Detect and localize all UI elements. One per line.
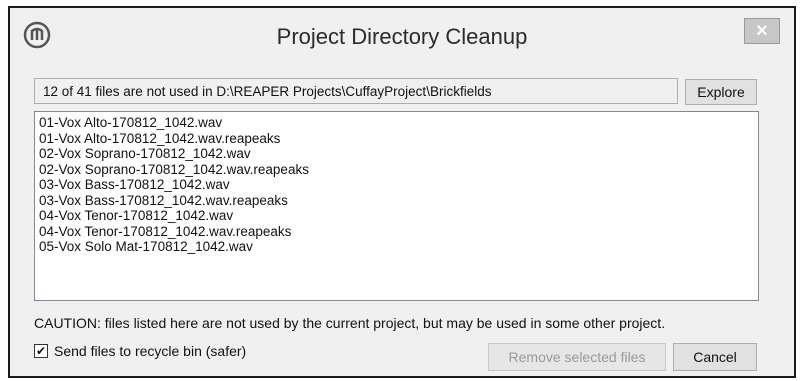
checkmark-icon: ✔ [35, 344, 47, 358]
close-button[interactable]: × [744, 18, 780, 44]
recycle-bin-option[interactable]: ✔ Send files to recycle bin (safer) [34, 343, 246, 359]
list-item[interactable]: 04-Vox Tenor-170812_1042.wav.reapeaks [39, 224, 758, 240]
dialog-content: 12 of 41 files are not used in D:\REAPER… [18, 66, 786, 371]
recycle-bin-checkbox[interactable]: ✔ [34, 344, 48, 358]
list-item[interactable]: 01-Vox Alto-170812_1042.wav.reapeaks [39, 131, 758, 147]
list-item[interactable]: 03-Vox Bass-170812_1042.wav.reapeaks [39, 193, 758, 209]
cancel-button[interactable]: Cancel [673, 343, 757, 371]
list-item[interactable]: 04-Vox Tenor-170812_1042.wav [39, 208, 758, 224]
title-bar[interactable]: Project Directory Cleanup × [10, 8, 794, 66]
project-directory-cleanup-dialog: Project Directory Cleanup × 12 of 41 fil… [8, 6, 796, 378]
caution-text: CAUTION: files listed here are not used … [34, 315, 666, 331]
remove-selected-files-button[interactable]: Remove selected files [488, 343, 666, 371]
list-item[interactable]: 03-Vox Bass-170812_1042.wav [39, 177, 758, 193]
close-icon: × [756, 19, 768, 42]
list-item[interactable]: 02-Vox Soprano-170812_1042.wav [39, 146, 758, 162]
list-item[interactable]: 05-Vox Solo Mat-170812_1042.wav [39, 239, 758, 255]
dialog-title: Project Directory Cleanup [276, 24, 528, 49]
explore-button[interactable]: Explore [685, 79, 757, 105]
recycle-bin-label[interactable]: Send files to recycle bin (safer) [54, 343, 246, 359]
unused-file-list[interactable]: 01-Vox Alto-170812_1042.wav 01-Vox Alto-… [34, 111, 759, 301]
list-item[interactable]: 02-Vox Soprano-170812_1042.wav.reapeaks [39, 162, 758, 178]
list-item[interactable]: 01-Vox Alto-170812_1042.wav [39, 115, 758, 131]
unused-files-info: 12 of 41 files are not used in D:\REAPER… [34, 78, 678, 104]
